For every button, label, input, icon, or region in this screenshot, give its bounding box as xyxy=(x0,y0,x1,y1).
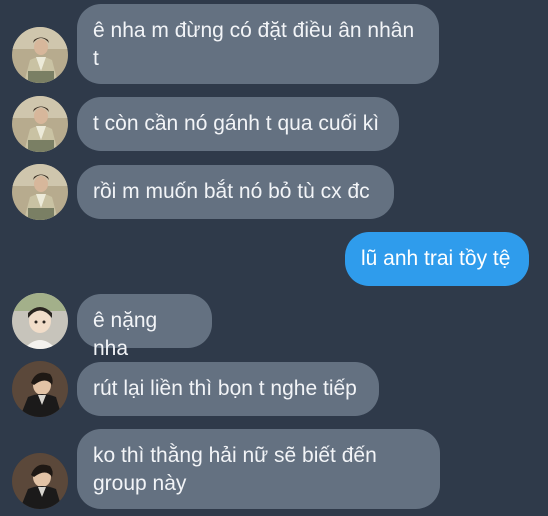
message-bubble[interactable]: ê nặng nha xyxy=(77,294,212,360)
message-text: rồi m muốn bắt nó bỏ tù cx đc xyxy=(93,180,370,203)
message-text: rút lại liền thì bọn t nghe tiếp xyxy=(93,377,357,400)
message-bubble[interactable]: ko thì thằng hải nữ sẽ biết đến group nà… xyxy=(77,429,440,509)
message-bubble[interactable]: ê nha m đừng có đặt điều ân nhân t xyxy=(77,4,439,84)
message-bubble[interactable]: rồi m muốn bắt nó bỏ tù cx đc xyxy=(77,165,394,219)
message-text: t còn cần nó gánh t qua cuối kì xyxy=(93,112,380,135)
message-bubble-outgoing[interactable]: lũ anh trai tồy tệ xyxy=(345,232,529,286)
user-a-avatar[interactable] xyxy=(12,27,68,83)
user-c-avatar[interactable] xyxy=(12,453,68,509)
message-bubble[interactable]: rút lại liền thì bọn t nghe tiếp xyxy=(77,362,379,416)
user-c-avatar[interactable] xyxy=(12,361,68,417)
user-a-avatar[interactable] xyxy=(12,96,68,152)
message-text: ko thì thằng hải nữ sẽ biết đến group nà… xyxy=(93,444,377,495)
message-text: ê nha m đừng có đặt điều ân nhân t xyxy=(93,19,415,70)
message-bubble[interactable]: t còn cần nó gánh t qua cuối kì xyxy=(77,97,399,151)
user-a-avatar[interactable] xyxy=(12,164,68,220)
message-text: lũ anh trai tồy tệ xyxy=(361,247,511,270)
user-b-avatar[interactable] xyxy=(12,293,68,349)
message-text: ê nặng nha xyxy=(93,309,158,360)
